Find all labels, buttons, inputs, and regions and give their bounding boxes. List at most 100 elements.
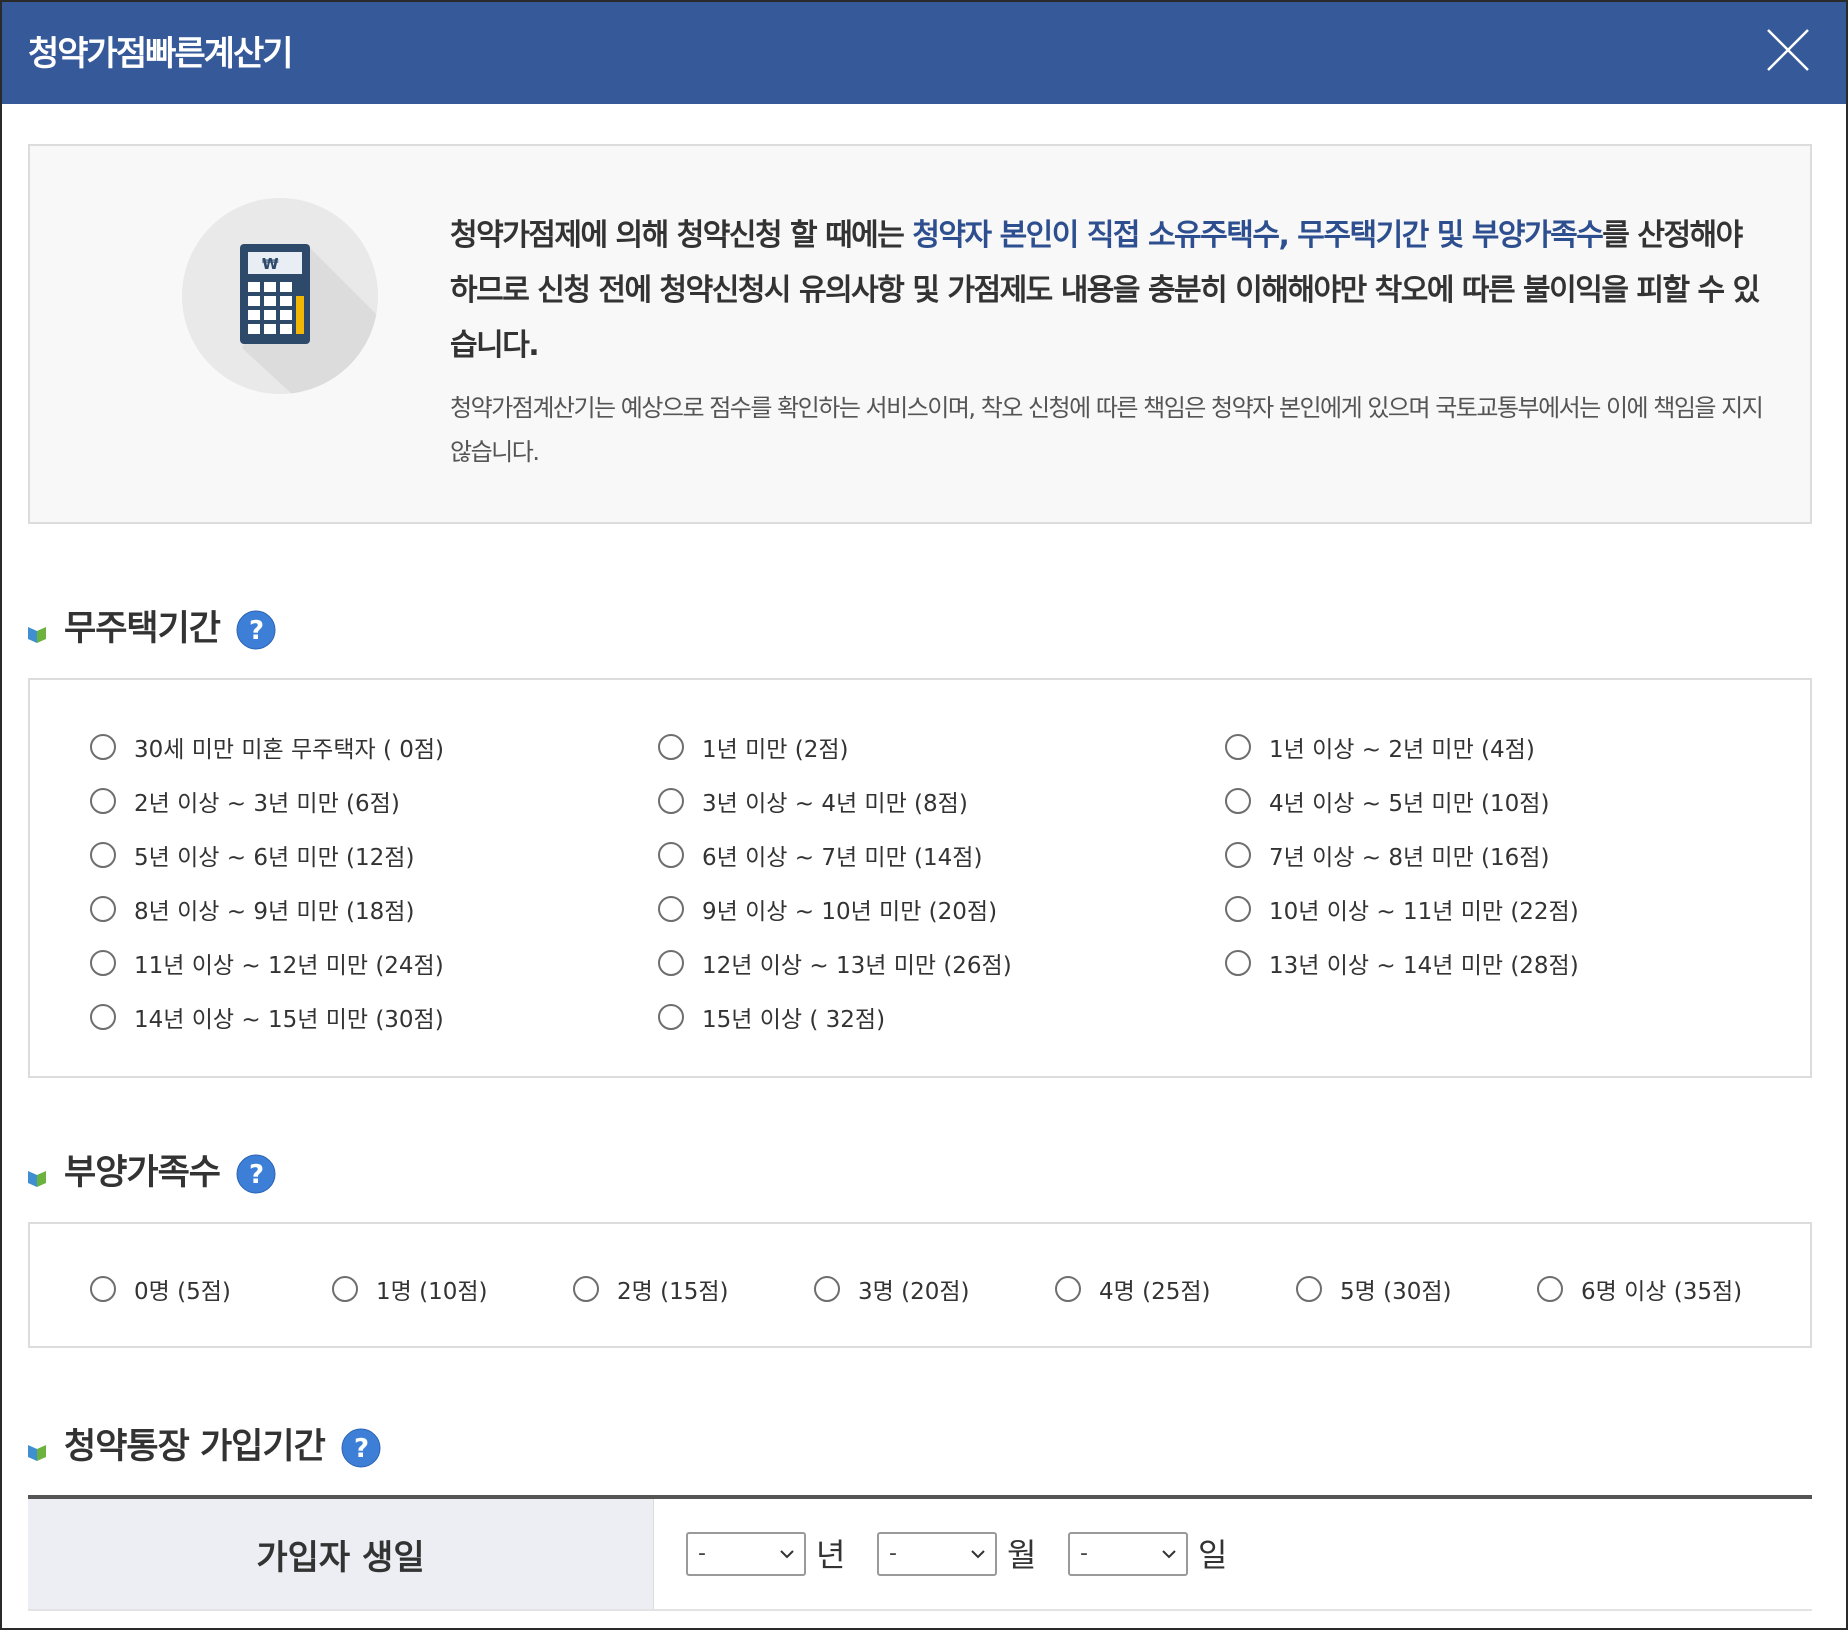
intro-box: ₩ 청약가점제에 의해 청약신청 할 때에는 청약자 본인이 직접 소유주택수,… — [28, 144, 1812, 524]
radio-no-house-10[interactable]: 9년 이상 ~ 10년 미만 (20점) — [658, 892, 997, 926]
birth-day-value: - — [1080, 1541, 1088, 1566]
radio-circle[interactable] — [90, 842, 116, 868]
intro-notice: 청약가점제에 의해 청약신청 할 때에는 청약자 본인이 직접 소유주택수, 무… — [450, 208, 1770, 373]
radio-no-house-1[interactable]: 1년 미만 (2점) — [658, 730, 848, 764]
radio-circle[interactable] — [90, 1004, 116, 1030]
radio-no-house-5[interactable]: 4년 이상 ~ 5년 미만 (10점) — [1225, 784, 1549, 818]
radio-label: 5년 이상 ~ 6년 미만 (12점) — [134, 845, 415, 871]
radio-no-house-11[interactable]: 10년 이상 ~ 11년 미만 (22점) — [1225, 892, 1579, 926]
book-bullet-icon — [28, 1156, 46, 1187]
radio-label: 0명 (5점) — [134, 1279, 231, 1305]
radio-circle[interactable] — [1225, 896, 1251, 922]
radio-circle[interactable] — [1225, 842, 1251, 868]
popup-header: 청약가점빠른계산기 — [2, 2, 1846, 104]
section-title-subscription-label: 청약통장 가입기간 — [64, 1427, 326, 1467]
radio-no-house-7[interactable]: 6년 이상 ~ 7년 미만 (14점) — [658, 838, 982, 872]
chevron-down-icon — [1162, 1550, 1176, 1559]
radio-circle[interactable] — [658, 896, 684, 922]
radio-no-house-16[interactable]: 15년 이상 ( 32점) — [658, 1000, 885, 1034]
radio-dependents-2[interactable]: 2명 (15점) — [573, 1272, 728, 1306]
radio-label: 30세 미만 미혼 무주택자 ( 0점) — [134, 737, 445, 763]
book-bullet-icon — [28, 612, 46, 643]
radio-dependents-6[interactable]: 6명 이상 (35점) — [1537, 1272, 1742, 1306]
radio-label: 10년 이상 ~ 11년 미만 (22점) — [1269, 899, 1579, 925]
radio-label: 1년 이상 ~ 2년 미만 (4점) — [1269, 737, 1535, 763]
radio-label: 1년 미만 (2점) — [702, 737, 849, 763]
radio-dependents-4[interactable]: 4명 (25점) — [1055, 1272, 1210, 1306]
radio-no-house-14[interactable]: 13년 이상 ~ 14년 미만 (28점) — [1225, 946, 1579, 980]
radio-label: 7년 이상 ~ 8년 미만 (16점) — [1269, 845, 1550, 871]
question-icon[interactable]: ? — [236, 1154, 276, 1194]
radio-circle[interactable] — [1055, 1276, 1081, 1302]
radio-circle[interactable] — [90, 788, 116, 814]
year-unit-label: 년 — [816, 1536, 846, 1574]
radio-circle[interactable] — [658, 788, 684, 814]
question-icon[interactable]: ? — [341, 1428, 381, 1468]
month-unit-label: 월 — [1007, 1536, 1037, 1574]
radio-no-house-15[interactable]: 14년 이상 ~ 15년 미만 (30점) — [90, 1000, 444, 1034]
radio-circle[interactable] — [658, 950, 684, 976]
section-title-dependents-label: 부양가족수 — [64, 1153, 221, 1193]
radio-no-house-8[interactable]: 7년 이상 ~ 8년 미만 (16점) — [1225, 838, 1549, 872]
radio-label: 12년 이상 ~ 13년 미만 (26점) — [702, 953, 1012, 979]
svg-text:?: ? — [249, 1160, 263, 1190]
radio-label: 2명 (15점) — [617, 1279, 729, 1305]
question-icon[interactable]: ? — [236, 610, 276, 650]
radio-label: 4명 (25점) — [1099, 1279, 1211, 1305]
section-title-no-house: 무주택기간 ? — [28, 600, 276, 651]
radio-no-house-0[interactable]: 30세 미만 미혼 무주택자 ( 0점) — [90, 730, 444, 764]
radio-dependents-3[interactable]: 3명 (20점) — [814, 1272, 969, 1306]
radio-label: 8년 이상 ~ 9년 미만 (18점) — [134, 899, 415, 925]
radio-label: 14년 이상 ~ 15년 미만 (30점) — [134, 1007, 444, 1033]
birth-year-select[interactable]: - — [686, 1532, 806, 1576]
radio-no-house-6[interactable]: 5년 이상 ~ 6년 미만 (12점) — [90, 838, 414, 872]
radio-no-house-2[interactable]: 1년 이상 ~ 2년 미만 (4점) — [1225, 730, 1535, 764]
radio-circle[interactable] — [1225, 950, 1251, 976]
radio-circle[interactable] — [90, 734, 116, 760]
radio-circle[interactable] — [658, 734, 684, 760]
birth-date-label: 가입자 생일 — [28, 1499, 654, 1609]
radio-label: 6명 이상 (35점) — [1581, 1279, 1743, 1305]
radio-label: 5명 (30점) — [1340, 1279, 1452, 1305]
chevron-down-icon — [971, 1550, 985, 1559]
radio-no-house-3[interactable]: 2년 이상 ~ 3년 미만 (6점) — [90, 784, 400, 818]
radio-circle[interactable] — [1225, 788, 1251, 814]
svg-text:₩: ₩ — [262, 255, 279, 273]
radio-circle[interactable] — [658, 1004, 684, 1030]
popup-title: 청약가점빠른계산기 — [28, 34, 294, 74]
radio-label: 6년 이상 ~ 7년 미만 (14점) — [702, 845, 983, 871]
section-title-dependents: 부양가족수 ? — [28, 1144, 276, 1195]
dependents-options-box: 0명 (5점) 1명 (10점) 2명 (15점) 3명 (20점) 4명 (2… — [28, 1222, 1812, 1348]
radio-circle[interactable] — [90, 896, 116, 922]
radio-circle[interactable] — [90, 950, 116, 976]
radio-no-house-12[interactable]: 11년 이상 ~ 12년 미만 (24점) — [90, 946, 444, 980]
radio-circle[interactable] — [1296, 1276, 1322, 1302]
radio-no-house-4[interactable]: 3년 이상 ~ 4년 미만 (8점) — [658, 784, 968, 818]
radio-circle[interactable] — [1225, 734, 1251, 760]
radio-circle[interactable] — [1537, 1276, 1563, 1302]
chevron-down-icon — [780, 1550, 794, 1559]
radio-dependents-1[interactable]: 1명 (10점) — [332, 1272, 487, 1306]
radio-dependents-5[interactable]: 5명 (30점) — [1296, 1272, 1451, 1306]
svg-text:?: ? — [354, 1434, 368, 1464]
radio-label: 4년 이상 ~ 5년 미만 (10점) — [1269, 791, 1550, 817]
intro-disclaimer: 청약가점계산기는 예상으로 점수를 확인하는 서비스이며, 착오 신청에 따른 … — [450, 394, 1764, 466]
birth-day-select[interactable]: - — [1068, 1532, 1188, 1576]
radio-dependents-0[interactable]: 0명 (5점) — [90, 1272, 231, 1306]
close-icon[interactable] — [1760, 22, 1816, 78]
radio-circle[interactable] — [332, 1276, 358, 1302]
radio-circle[interactable] — [90, 1276, 116, 1302]
radio-circle[interactable] — [658, 842, 684, 868]
intro-notice-prefix: 청약가점제에 의해 청약신청 할 때에는 — [450, 218, 913, 253]
table-row-divider — [28, 1609, 1812, 1611]
radio-no-house-9[interactable]: 8년 이상 ~ 9년 미만 (18점) — [90, 892, 414, 926]
radio-label: 1명 (10점) — [376, 1279, 488, 1305]
intro-notice-highlight: 청약자 본인이 직접 소유주택수, 무주택기간 및 부양가족수 — [912, 218, 1603, 253]
radio-label: 3년 이상 ~ 4년 미만 (8점) — [702, 791, 968, 817]
radio-label: 15년 이상 ( 32점) — [702, 1007, 886, 1033]
radio-circle[interactable] — [573, 1276, 599, 1302]
radio-no-house-13[interactable]: 12년 이상 ~ 13년 미만 (26점) — [658, 946, 1012, 980]
radio-circle[interactable] — [814, 1276, 840, 1302]
birth-month-select[interactable]: - — [877, 1532, 997, 1576]
no-house-options-box: 30세 미만 미혼 무주택자 ( 0점) 1년 미만 (2점) 1년 이상 ~ … — [28, 678, 1812, 1078]
